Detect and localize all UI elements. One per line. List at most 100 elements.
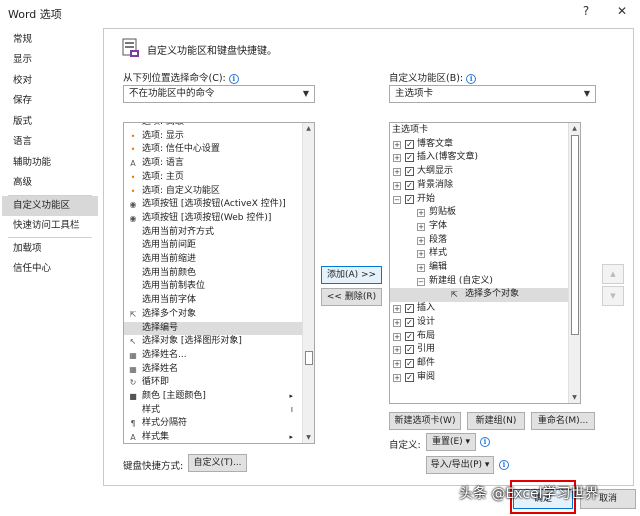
ribbon-tree-item[interactable]: + ✓ 布局 <box>390 330 569 344</box>
rename-button[interactable]: 重命名(M)... <box>531 412 595 430</box>
command-list-item[interactable]: 选用当前对齐方式 <box>124 226 303 240</box>
ribbon-tree-item[interactable]: + ✓ 邮件 <box>390 357 569 371</box>
ribbon-tree-item[interactable]: + 样式 <box>390 247 569 261</box>
checkbox[interactable]: ✓ <box>405 372 414 382</box>
command-list-item[interactable]: 选用当前字体 <box>124 294 303 308</box>
checkbox[interactable]: ✓ <box>405 304 414 314</box>
command-list-item[interactable]: 选择编号 <box>124 321 303 336</box>
ribbon-tree-item[interactable]: − ✓ 开始 <box>390 193 569 207</box>
expand-icon[interactable]: + <box>393 140 401 149</box>
command-list-item[interactable]: ↖ 选择对象 [选择图形对象] <box>124 335 303 349</box>
command-list-item[interactable]: A 样式集 ▸ <box>124 431 303 443</box>
ribbon-tabs-dropdown[interactable]: 主选项卡 ▼ <box>389 85 596 103</box>
checkbox[interactable]: ✓ <box>405 317 414 327</box>
command-list-item[interactable]: • 选项: 高级 <box>124 123 303 130</box>
expand-icon[interactable]: + <box>417 222 425 231</box>
commands-list-scrollbar[interactable]: ▲ ▼ <box>302 123 314 443</box>
info-icon[interactable]: i <box>499 460 509 470</box>
checkbox[interactable]: ✓ <box>405 345 414 355</box>
ribbon-tree-item[interactable]: + ✓ 引用 <box>390 343 569 357</box>
scroll-down-icon[interactable]: ▼ <box>303 432 314 443</box>
expand-icon[interactable]: + <box>393 318 401 327</box>
command-list-item[interactable]: ◉ 选项按钮 [选项按钮(ActiveX 控件)] <box>124 198 303 212</box>
command-list-item[interactable]: ▦ 选择姓名... <box>124 349 303 363</box>
command-list-item[interactable]: ■ 颜色 [主题颜色] ▸ <box>124 390 303 404</box>
ribbon-tree-item[interactable]: + 段落 <box>390 234 569 248</box>
ribbon-tree-item[interactable]: + ✓ 审阅 <box>390 371 569 385</box>
ribbon-tree[interactable]: 主选项卡 + ✓ 博客文章 + ✓ 插入(博客文章) + ✓ 大纲显示 + ✓ 背景消除 − ✓ 开始 + 剪贴板… <box>389 122 581 404</box>
move-down-button[interactable]: ▼ <box>602 286 624 306</box>
expand-icon[interactable]: + <box>393 181 401 190</box>
sidebar-item-save[interactable]: 保存 <box>2 91 98 111</box>
ribbon-tree-item[interactable]: + ✓ 插入(博客文章) <box>390 151 569 165</box>
command-list-item[interactable]: ◉ 选项按钮 [选项按钮(Web 控件)] <box>124 212 303 226</box>
sidebar-item-general[interactable]: 常规 <box>2 30 98 50</box>
checkbox[interactable]: ✓ <box>405 331 414 341</box>
expand-icon[interactable]: + <box>393 305 401 314</box>
scroll-down-icon[interactable]: ▼ <box>569 392 580 403</box>
scroll-up-icon[interactable]: ▲ <box>303 123 314 134</box>
command-list-item[interactable]: ↻ 循环即 <box>124 376 303 390</box>
command-list-item[interactable]: ¶ 样式分隔符 <box>124 417 303 431</box>
customize-keyboard-button[interactable]: 自定义(T)... <box>188 454 247 472</box>
sidebar-item-display[interactable]: 显示 <box>2 50 98 70</box>
info-icon[interactable]: i <box>480 437 490 447</box>
collapse-icon[interactable]: − <box>393 195 401 204</box>
sidebar-item-proofing[interactable]: 校对 <box>2 71 98 91</box>
command-list-item[interactable]: • 选项: 信任中心设置 <box>124 143 303 157</box>
scroll-up-icon[interactable]: ▲ <box>569 123 580 134</box>
command-list-item[interactable]: A 选项: 语言 <box>124 157 303 171</box>
expand-icon[interactable]: + <box>393 346 401 355</box>
command-list-item[interactable]: • 选项: 显示 <box>124 130 303 144</box>
expand-icon[interactable]: + <box>417 264 425 272</box>
close-button[interactable]: ✕ <box>614 4 630 18</box>
command-list-item[interactable]: • 选项: 主页 <box>124 171 303 185</box>
checkbox[interactable]: ✓ <box>405 358 414 368</box>
ribbon-tree-item[interactable]: + ✓ 设计 <box>390 316 569 330</box>
expand-icon[interactable]: + <box>393 168 401 177</box>
checkbox[interactable]: ✓ <box>405 139 414 149</box>
scroll-thumb[interactable] <box>305 351 313 365</box>
command-list-item[interactable]: ▦ 选择姓名 <box>124 363 303 377</box>
ribbon-tree-item[interactable]: + 字体 <box>390 220 569 234</box>
expand-icon[interactable]: + <box>393 332 401 341</box>
ribbon-tree-scrollbar[interactable]: ▲ ▼ <box>568 123 580 403</box>
sidebar-item-quick-access-toolbar[interactable]: 快速访问工具栏 <box>2 216 98 236</box>
ribbon-tree-item[interactable]: + ✓ 博客文章 <box>390 138 569 152</box>
checkbox[interactable]: ✓ <box>405 153 414 163</box>
new-group-button[interactable]: 新建组(N) <box>467 412 525 430</box>
sidebar-item-accessibility[interactable]: 辅助功能 <box>2 153 98 173</box>
command-list-item[interactable]: ⇱ 选择多个对象 <box>124 308 303 322</box>
ribbon-tree-item[interactable]: + 编辑 <box>390 261 569 275</box>
expand-icon[interactable]: + <box>417 236 425 245</box>
ribbon-tree-item[interactable]: − 新建组 (自定义) <box>390 275 569 289</box>
ribbon-tree-item[interactable]: 主选项卡 <box>390 124 569 138</box>
info-icon[interactable]: i <box>228 73 239 84</box>
checkbox[interactable]: ✓ <box>405 194 414 204</box>
remove-button[interactable]: << 删除(R) <box>321 288 382 306</box>
sidebar-item-language[interactable]: 语言 <box>2 132 98 152</box>
commands-list[interactable]: • 选项: 高级 • 选项: 显示 • 选项: 信任中心设置 A 选项: 语言 • 选项: 主页 •… <box>123 122 315 444</box>
scroll-thumb[interactable] <box>571 135 579 335</box>
sidebar-item-customize-ribbon[interactable]: 自定义功能区 <box>2 196 98 216</box>
command-list-item[interactable]: 选用当前制表位 <box>124 280 303 294</box>
choose-commands-dropdown[interactable]: 不在功能区中的命令 ▼ <box>123 85 315 103</box>
command-list-item[interactable]: 选用当前颜色 <box>124 267 303 281</box>
checkbox[interactable]: ✓ <box>405 180 414 190</box>
expand-icon[interactable]: + <box>393 373 401 382</box>
sidebar-item-add-ins[interactable]: 加载项 <box>2 239 98 259</box>
command-list-item[interactable]: 选用当前缩进 <box>124 253 303 267</box>
move-up-button[interactable]: ▲ <box>602 264 624 284</box>
ribbon-tree-item[interactable]: + ✓ 背景消除 <box>390 179 569 193</box>
collapse-icon[interactable]: − <box>417 277 425 286</box>
new-tab-button[interactable]: 新建选项卡(W) <box>389 412 461 430</box>
info-icon[interactable]: i <box>466 73 477 84</box>
expand-icon[interactable]: + <box>393 154 401 163</box>
command-list-item[interactable]: 样式 I <box>124 404 303 418</box>
sidebar-item-trust-center[interactable]: 信任中心 <box>2 259 98 279</box>
ribbon-tree-item[interactable]: + ✓ 插入 <box>390 302 569 316</box>
expand-icon[interactable]: + <box>417 250 425 259</box>
ribbon-tree-item[interactable]: + 剪贴板 <box>390 206 569 220</box>
sidebar-item-layout[interactable]: 版式 <box>2 112 98 132</box>
command-list-item[interactable]: 选用当前间距 <box>124 239 303 253</box>
